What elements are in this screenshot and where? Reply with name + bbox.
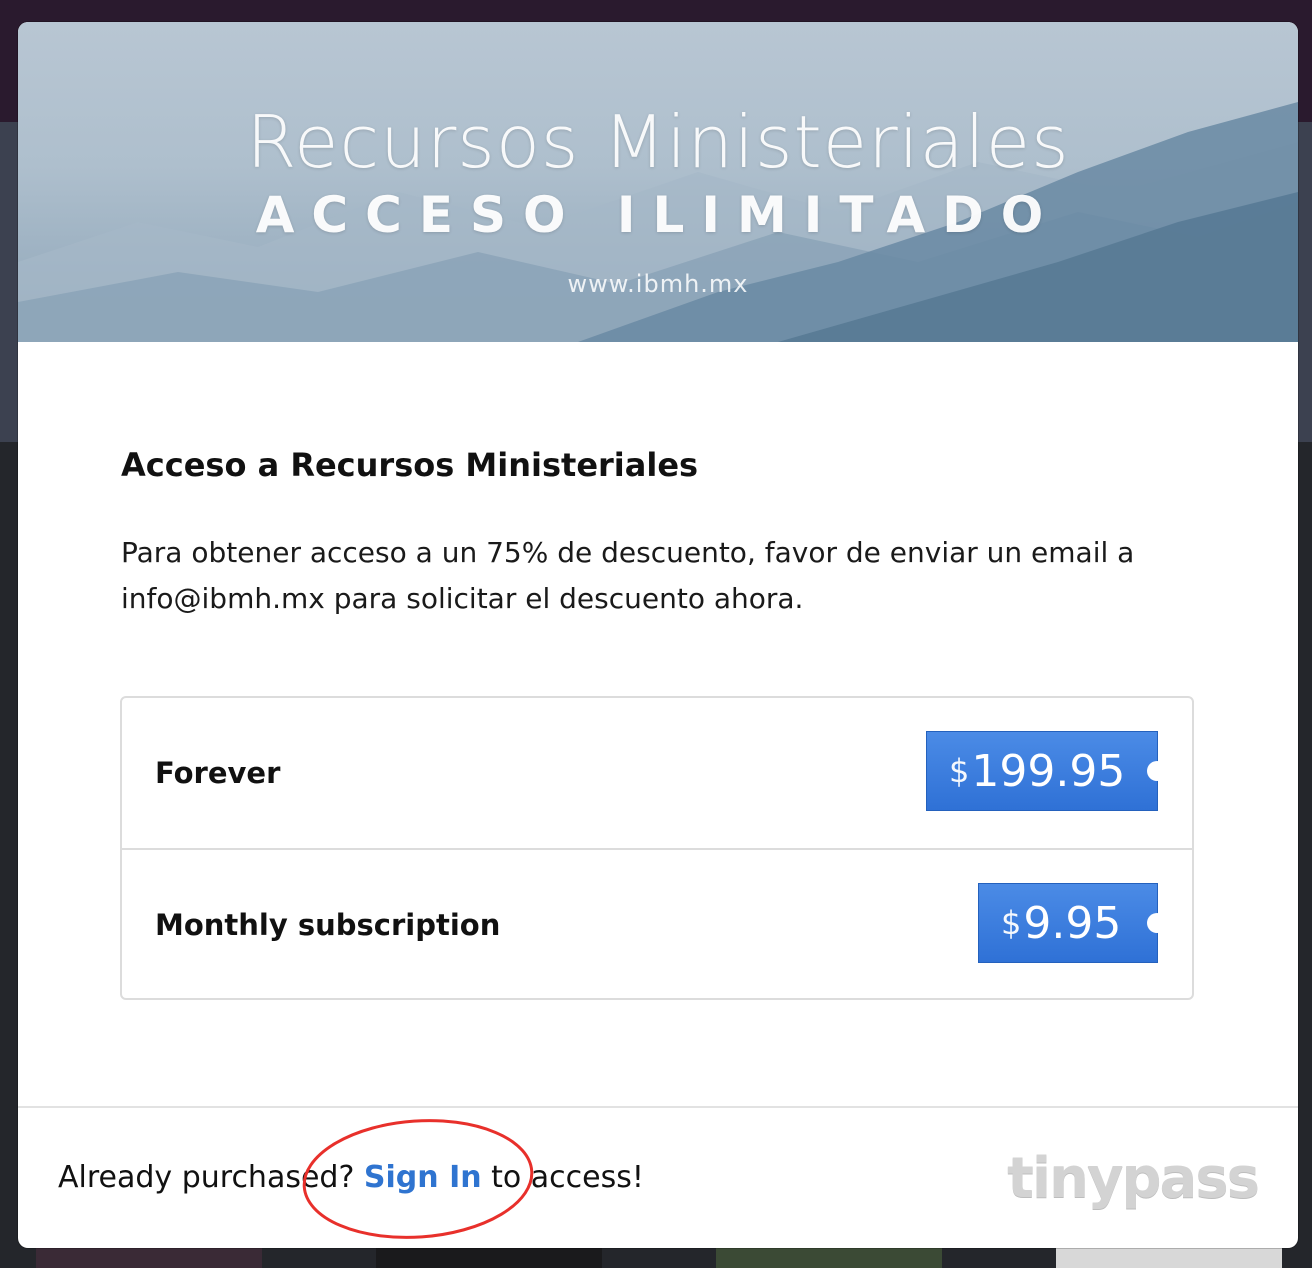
ticket-notch [1147,913,1167,933]
red-annotation-circle [302,1119,534,1239]
option-label: Forever [155,756,281,790]
offer-heading: Acceso a Recursos Ministeriales [121,446,699,484]
footer-divider [18,1106,1298,1108]
pricing-options: Forever $ 199.95 Monthly subscription $ … [120,696,1194,1000]
offer-description: Para obtener acceso a un 75% de descuent… [121,536,1135,615]
banner-url: www.ibmh.mx [567,270,749,298]
currency-symbol: $ [949,752,970,790]
background-thumbnail [36,1248,262,1268]
tinypass-logo: tinypass [1007,1146,1260,1211]
background-thumbnail [376,1248,602,1268]
price-amount: 199.95 [971,745,1126,797]
option-label: Monthly subscription [155,908,501,942]
pricing-option-forever: Forever $ 199.95 [122,698,1192,850]
buy-forever-button[interactable]: $ 199.95 [926,731,1167,811]
paywall-modal: Recursos Ministeriales ACCESO ILIMITADO … [18,22,1298,1248]
background-thumbnail [716,1248,942,1268]
header-banner: Recursos Ministeriales ACCESO ILIMITADO … [18,22,1298,342]
currency-symbol: $ [1001,904,1022,942]
pricing-option-monthly: Monthly subscription $ 9.95 [122,850,1192,1000]
banner-subtitle: ACCESO ILIMITADO [255,186,1061,244]
background-thumbnail [1056,1248,1282,1268]
banner-title: Recursos Ministeriales [246,100,1070,184]
price-amount: 9.95 [1023,897,1122,949]
ticket-notch [1147,761,1167,781]
buy-monthly-button[interactable]: $ 9.95 [978,883,1167,963]
